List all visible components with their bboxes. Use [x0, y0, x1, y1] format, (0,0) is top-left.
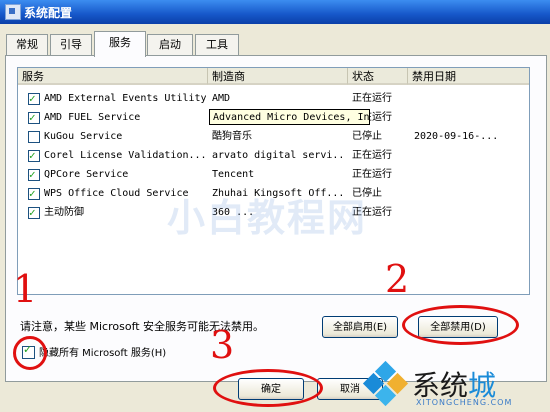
annotation-number-3: 3 — [210, 323, 235, 367]
service-maker: Tencent — [212, 169, 255, 180]
tab-tools[interactable]: 工具 — [195, 34, 239, 55]
service-name: AMD FUEL Service — [44, 112, 141, 123]
service-checkbox[interactable] — [28, 89, 40, 108]
service-checkbox[interactable] — [28, 108, 40, 127]
service-maker: arvato digital servi... — [212, 150, 346, 161]
annotation-number-2: 2 — [385, 257, 410, 301]
window-icon — [5, 4, 21, 20]
hide-ms-label: 隐藏所有 Microsoft 服务(H) — [39, 348, 167, 359]
service-status: 正在运行 — [352, 150, 392, 161]
tab-services[interactable]: 服务 — [94, 31, 146, 57]
service-row[interactable]: AMD External Events Utility AMD 正在运行 — [18, 89, 529, 108]
services-list[interactable]: 服务 制造商 状态 禁用日期 AMD External Events Utili… — [17, 67, 530, 295]
title-bar[interactable]: 系统配置 — [0, 0, 550, 24]
tab-general[interactable]: 常规 — [6, 34, 48, 55]
service-checkbox[interactable] — [28, 131, 40, 143]
tab-boot[interactable]: 引导 — [50, 34, 92, 55]
column-header-status[interactable]: 状态 — [348, 68, 408, 85]
column-header-disable-date[interactable]: 禁用日期 — [408, 68, 529, 85]
window-title: 系统配置 — [24, 6, 73, 20]
service-row[interactable]: KuGou Service 酷狗音乐 已停止 2020-09-16-... — [18, 127, 529, 146]
service-name: Corel License Validation... — [44, 150, 206, 161]
site-logo: 系统城 XITONGCHENG.COM — [360, 360, 550, 412]
watermark-text: 小白教程网 — [167, 196, 368, 240]
logo-subtitle: XITONGCHENG.COM — [416, 398, 513, 407]
annotation-circle-1 — [13, 336, 47, 370]
enable-all-button[interactable]: 全部启用(E) — [322, 316, 398, 338]
service-name: QPCore Service — [44, 169, 129, 180]
service-row[interactable]: Corel License Validation... arvato digit… — [18, 146, 529, 165]
service-row[interactable]: QPCore Service Tencent 正在运行 — [18, 165, 529, 184]
service-checkbox[interactable] — [28, 184, 40, 203]
service-name: AMD External Events Utility — [44, 93, 206, 104]
service-status: 已停止 — [352, 131, 382, 142]
service-status: 正在运行 — [352, 93, 392, 104]
service-status: 正在运行 — [352, 169, 392, 180]
annotation-circle-3 — [213, 369, 323, 407]
service-maker: AMD — [212, 93, 231, 104]
tab-startup[interactable]: 启动 — [147, 34, 193, 55]
maker-tooltip: Advanced Micro Devices, Inc — [209, 109, 370, 125]
annotation-circle-2 — [402, 305, 519, 345]
service-date: 2020-09-16-... — [414, 131, 499, 142]
service-maker: 酷狗音乐 — [212, 131, 252, 142]
service-checkbox[interactable] — [28, 203, 40, 222]
annotation-number-1: 1 — [13, 267, 38, 311]
service-checkbox[interactable] — [28, 165, 40, 184]
column-header-service[interactable]: 服务 — [18, 68, 208, 85]
column-header-manufacturer[interactable]: 制造商 — [208, 68, 348, 85]
service-checkbox[interactable] — [28, 146, 40, 165]
service-name: KuGou Service — [44, 131, 123, 142]
